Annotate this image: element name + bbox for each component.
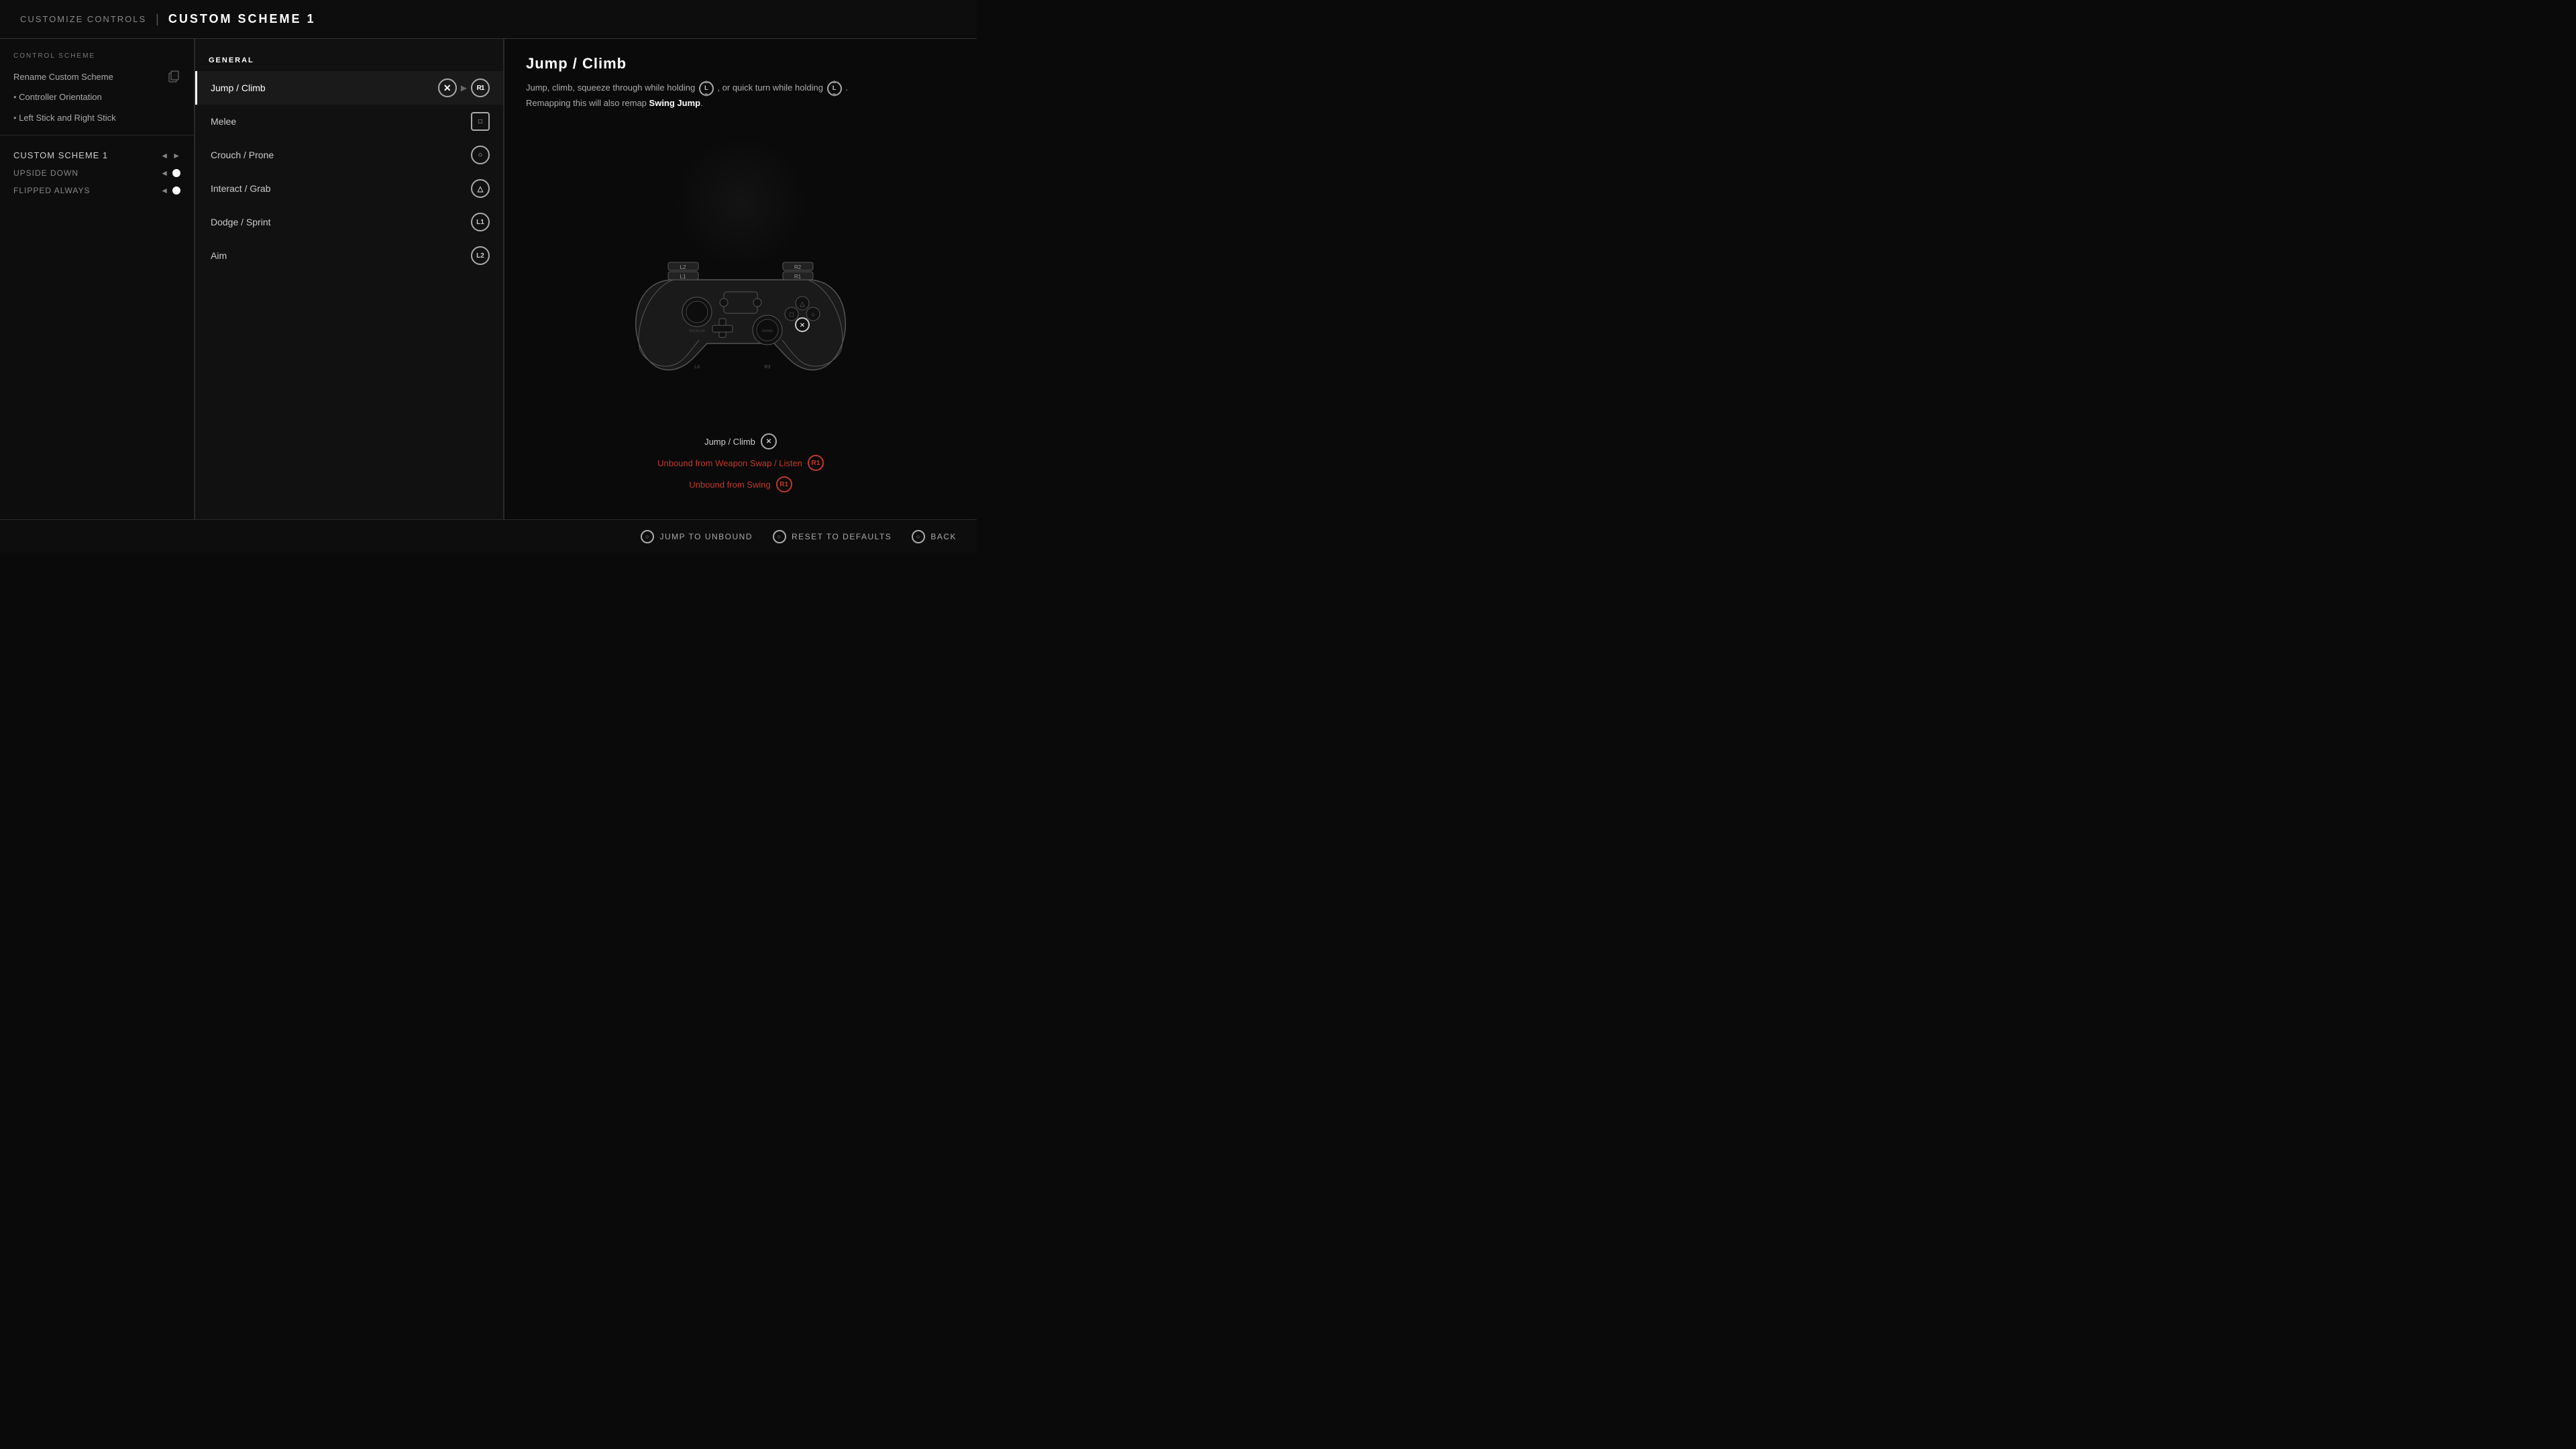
scheme-prev-arrow[interactable]: ◄ (160, 151, 168, 160)
left-panel: CONTROL SCHEME Rename Custom Scheme Cont… (0, 39, 195, 519)
svg-text:L3: L3 (694, 365, 700, 370)
action-aim-label: Aim (211, 250, 227, 261)
header: CUSTOMIZE CONTROLS | CUSTOM SCHEME 1 (0, 0, 977, 39)
back-icon: ○ (912, 530, 925, 543)
back-button[interactable]: ○ BACK (912, 530, 957, 543)
svg-text:JIMMIS: JIMMIS (762, 329, 774, 333)
svg-text:R3: R3 (765, 365, 771, 370)
l2-button: L2 (471, 246, 490, 265)
svg-text:R2: R2 (794, 264, 802, 270)
l-button-inline: ▲ L ▼ (699, 81, 714, 96)
right-action-title: Jump / Climb (526, 55, 955, 72)
jump-to-unbound-label: JUMP TO UNBOUND (659, 532, 753, 541)
action-melee[interactable]: Melee □ (195, 105, 503, 138)
middle-panel: GENERAL Jump / Climb ✕ ▶ R1 Melee □ Crou… (195, 39, 504, 519)
flipped-always-control: ◄ (160, 186, 180, 195)
scheme-arrows: ◄ ► (160, 151, 180, 160)
action-interact-buttons: △ (471, 179, 490, 198)
ctrl-cross-badge: ✕ (761, 433, 777, 449)
rename-label: Rename Custom Scheme (13, 72, 113, 82)
jump-to-unbound-button[interactable]: ○ JUMP TO UNBOUND (641, 530, 753, 543)
reset-to-defaults-label: RESET TO DEFAULTS (792, 532, 892, 541)
action-dodge-buttons: L1 (471, 213, 490, 231)
action-jump-climb-label: Jump / Climb (211, 83, 266, 93)
svg-text:R1: R1 (794, 274, 802, 280)
action-melee-buttons: □ (471, 112, 490, 131)
breadcrumb: CUSTOMIZE CONTROLS (20, 14, 146, 24)
upside-down-arrow[interactable]: ◄ (160, 168, 168, 178)
svg-text:□: □ (790, 311, 794, 319)
action-dodge-sprint-label: Dodge / Sprint (211, 217, 271, 227)
action-interact-grab[interactable]: Interact / Grab △ (195, 172, 503, 205)
ctrl-jump-label: Jump / Climb (704, 437, 755, 447)
page-title: CUSTOM SCHEME 1 (168, 12, 316, 26)
ctrl-info-jump-climb: Jump / Climb ✕ (704, 433, 777, 449)
circle-button: ○ (471, 146, 490, 164)
copy-icon (168, 70, 180, 83)
controller-svg: △ ○ ✕ □ L1 L2 R1 R2 (627, 239, 855, 380)
controller-info: Jump / Climb ✕ Unbound from Weapon Swap … (504, 433, 977, 492)
svg-text:○: ○ (811, 311, 815, 319)
general-section-label: GENERAL (195, 50, 503, 71)
jump-to-unbound-icon: ○ (641, 530, 654, 543)
reset-to-defaults-icon: ○ (773, 530, 786, 543)
svg-text:L2: L2 (680, 264, 686, 270)
svg-text:L1: L1 (680, 274, 686, 280)
action-description: Jump, climb, squeeze through while holdi… (526, 80, 875, 111)
control-scheme-label: CONTROL SCHEME (0, 52, 194, 66)
action-jump-climb[interactable]: Jump / Climb ✕ ▶ R1 (195, 71, 503, 105)
upside-down-control: ◄ (160, 168, 180, 178)
flipped-always-arrow[interactable]: ◄ (160, 186, 168, 195)
bottom-bar: ○ JUMP TO UNBOUND ○ RESET TO DEFAULTS ○ … (0, 519, 977, 553)
action-melee-label: Melee (211, 116, 236, 127)
cross-button: ✕ (438, 78, 457, 97)
scheme-next-arrow[interactable]: ► (172, 151, 180, 160)
flipped-always-row[interactable]: FLIPPED ALWAYS ◄ (0, 182, 194, 199)
svg-text:△: △ (800, 301, 805, 308)
left-divider (0, 135, 194, 136)
action-aim[interactable]: Aim L2 (195, 239, 503, 272)
rename-custom-scheme[interactable]: Rename Custom Scheme (0, 66, 194, 87)
header-divider: | (156, 12, 159, 26)
ctrl-info-swing: Unbound from Swing R1 (689, 476, 792, 492)
action-crouch-buttons: ○ (471, 146, 490, 164)
right-panel: Jump / Climb Jump, climb, squeeze throug… (504, 39, 977, 519)
ctrl-r1-badge-1: R1 (808, 455, 824, 471)
arrow-indicator: ▶ (461, 83, 467, 93)
action-jump-climb-buttons: ✕ ▶ R1 (438, 78, 490, 97)
controller-orientation[interactable]: Controller Orientation (0, 87, 194, 107)
l1-button: L1 (471, 213, 490, 231)
flipped-always-dot (172, 186, 180, 195)
ctrl-swing-label: Unbound from Swing (689, 480, 770, 490)
square-button: □ (471, 112, 490, 131)
action-crouch-prone[interactable]: Crouch / Prone ○ (195, 138, 503, 172)
upside-down-dot (172, 169, 180, 177)
main-container: CONTROL SCHEME Rename Custom Scheme Cont… (0, 39, 977, 519)
r1-button: R1 (471, 78, 490, 97)
l-button-inline2: ▲ L ▼ (827, 81, 842, 96)
scheme-selector-row: CUSTOM SCHEME 1 ◄ ► (0, 146, 194, 164)
flipped-always-label: FLIPPED ALWAYS (13, 186, 90, 195)
upside-down-label: UPSIDE DOWN (13, 168, 78, 178)
svg-text:SNORLAD: SNORLAD (689, 329, 706, 333)
triangle-button: △ (471, 179, 490, 198)
back-label: BACK (930, 532, 957, 541)
action-dodge-sprint[interactable]: Dodge / Sprint L1 (195, 205, 503, 239)
left-right-stick[interactable]: Left Stick and Right Stick (0, 107, 194, 128)
ctrl-r1-badge-2: R1 (776, 476, 792, 492)
scheme-name: CUSTOM SCHEME 1 (13, 150, 108, 160)
reset-to-defaults-button[interactable]: ○ RESET TO DEFAULTS (773, 530, 892, 543)
svg-text:✕: ✕ (800, 322, 805, 329)
ctrl-info-weapon-swap: Unbound from Weapon Swap / Listen R1 (657, 455, 824, 471)
action-interact-grab-label: Interact / Grab (211, 183, 270, 194)
upside-down-row[interactable]: UPSIDE DOWN ◄ (0, 164, 194, 182)
action-aim-buttons: L2 (471, 246, 490, 265)
ctrl-weapon-swap-label: Unbound from Weapon Swap / Listen (657, 458, 802, 468)
swing-jump-label: Swing Jump (649, 98, 701, 108)
action-crouch-prone-label: Crouch / Prone (211, 150, 274, 160)
